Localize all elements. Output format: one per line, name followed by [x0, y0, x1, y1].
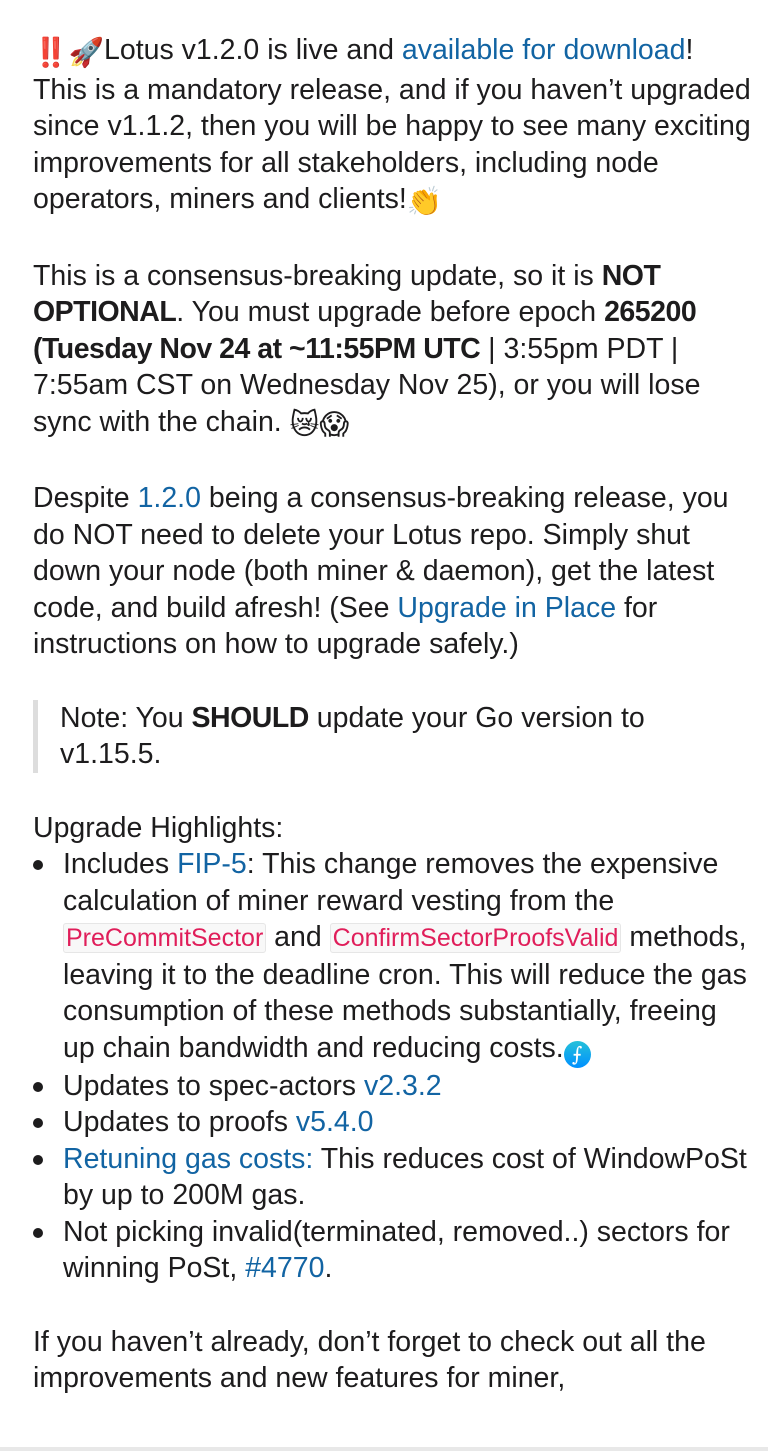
- text: and: [266, 921, 330, 953]
- bottom-divider: [0, 1447, 768, 1451]
- crying-cat-icon: 😿: [289, 408, 320, 441]
- list-item: Includes FIP-5: This change removes the …: [33, 846, 753, 1068]
- clapping-hands-icon: 👏: [406, 186, 443, 218]
- text: If you haven’t already, don’t forget to …: [33, 1325, 706, 1395]
- note-blockquote: Note: You SHOULD update your Go version …: [33, 699, 753, 773]
- message-body: ‼️🚀Lotus v1.2.0 is live and available fo…: [33, 32, 753, 1434]
- highlights-list: Includes FIP-5: This change removes the …: [33, 846, 753, 1287]
- text: This is a consensus-breaking update, so …: [33, 259, 602, 292]
- rocket-icon: 🚀: [68, 37, 105, 69]
- text: Includes: [63, 848, 178, 880]
- list-item: Not picking invalid(terminated, removed.…: [33, 1214, 753, 1287]
- list-item: Updates to proofs v5.4.0: [33, 1104, 753, 1141]
- release-announcement-paragraph: ‼️🚀Lotus v1.2.0 is live and available fo…: [33, 32, 753, 221]
- screaming-face-icon: 😱: [319, 408, 350, 441]
- text: Updates to proofs: [63, 1106, 296, 1138]
- text: Lotus v1.2.0 is live and: [104, 34, 402, 66]
- closing-paragraph: If you haven’t already, don’t forget to …: [33, 1324, 753, 1397]
- text: Not picking invalid(terminated, removed.…: [63, 1215, 730, 1285]
- inline-code: ConfirmSectorProofsValid: [329, 923, 622, 953]
- highlights-heading: Upgrade Highlights:: [33, 811, 284, 844]
- upgrade-instructions-paragraph: Despite 1.2.0 being a consensus-breaking…: [33, 480, 753, 663]
- bold-text: SHOULD: [191, 701, 310, 734]
- filecoin-icon: ⨍: [563, 1040, 591, 1068]
- text: Despite: [33, 482, 138, 514]
- proofs-version-link[interactable]: v5.4.0: [296, 1106, 374, 1138]
- text: Note: You: [60, 701, 192, 734]
- version-link[interactable]: 1.2.0: [138, 482, 201, 514]
- list-item: Retuning gas costs: This reduces cost of…: [33, 1141, 753, 1214]
- fip-5-link[interactable]: FIP-5: [177, 848, 247, 880]
- consensus-warning-paragraph: This is a consensus-breaking update, so …: [33, 258, 753, 444]
- issue-4770-link[interactable]: #4770: [245, 1252, 324, 1284]
- retuning-gas-costs-link[interactable]: Retuning gas costs:: [63, 1143, 313, 1175]
- list-item: Updates to spec-actors v2.3.2: [33, 1068, 753, 1105]
- text: . You must upgrade before epoch: [176, 296, 605, 328]
- spec-actors-version-link[interactable]: v2.3.2: [364, 1070, 442, 1102]
- text: .: [324, 1252, 333, 1284]
- inline-code: PreCommitSector: [63, 923, 267, 953]
- upgrade-in-place-link[interactable]: Upgrade in Place: [397, 592, 616, 624]
- double-exclamation-icon: ‼️: [33, 37, 69, 69]
- download-link[interactable]: available for download: [402, 34, 686, 66]
- upgrade-highlights: Upgrade Highlights: Includes FIP-5: This…: [33, 810, 753, 1287]
- text: Updates to spec-actors: [63, 1069, 364, 1102]
